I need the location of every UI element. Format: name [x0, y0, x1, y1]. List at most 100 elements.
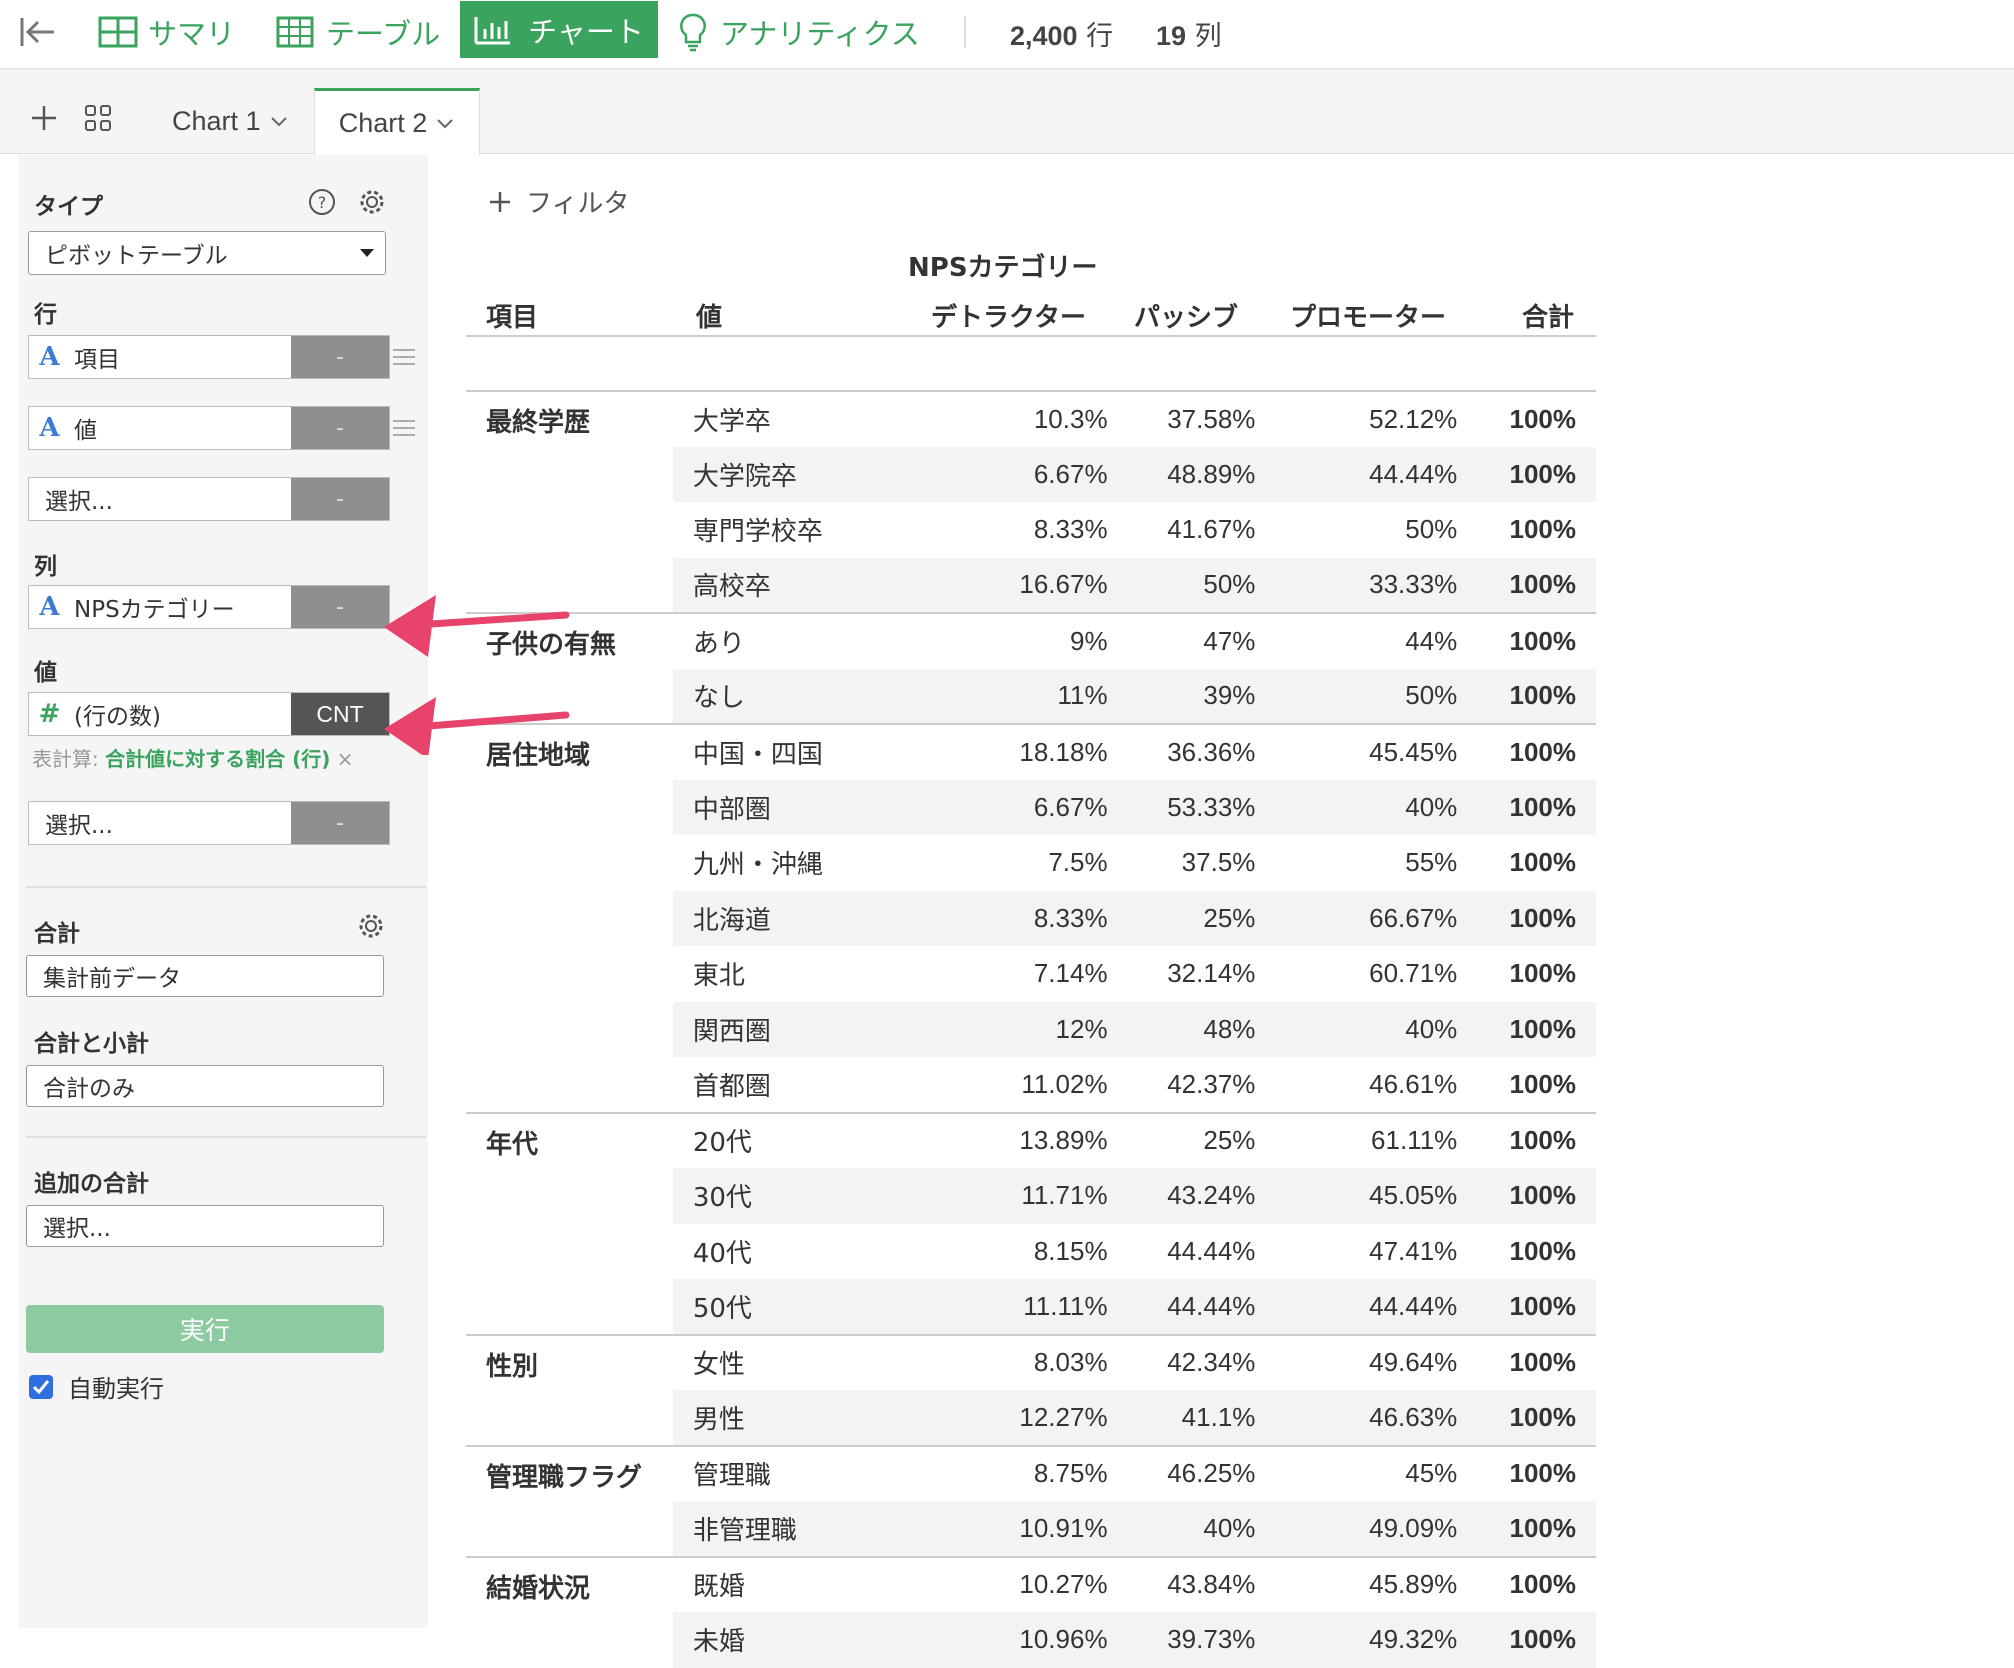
detractor-cell: 12% — [923, 1001, 1128, 1057]
detractor-cell: 16.67% — [923, 557, 1128, 613]
tab-chart-1[interactable]: Chart 1 — [172, 88, 289, 154]
row-field-value-label: 値 — [74, 418, 97, 444]
tab-chart[interactable]: チャート — [460, 1, 658, 58]
total-select[interactable]: 集計前データ — [26, 955, 384, 997]
number-type-icon: # — [38, 699, 61, 729]
detractor-cell: 8.33% — [1033, 514, 1108, 545]
tab-table[interactable]: テーブル — [276, 10, 440, 54]
value-agg-button[interactable]: - — [291, 802, 389, 844]
chart-type-select[interactable]: ピボットテーブル — [28, 231, 386, 275]
annotation-arrows — [384, 595, 570, 755]
passive-cell: 36.36% — [1127, 723, 1276, 780]
detractor-cell: 12.27% — [923, 1390, 1128, 1446]
add-chart-icon[interactable] — [30, 104, 58, 136]
extra-total-select[interactable]: 選択... — [26, 1205, 384, 1247]
dropdown-caret-icon — [360, 249, 374, 257]
column-agg-button[interactable]: - — [291, 586, 389, 628]
value-field-count[interactable]: # (行の数) CNT — [28, 692, 390, 736]
auto-run-toggle[interactable]: 自動実行 — [28, 1369, 164, 1404]
header-passive: パッシブ — [1133, 303, 1238, 333]
row-count-value: 2,400 — [1010, 21, 1078, 51]
collapse-icon[interactable] — [18, 12, 58, 52]
detractor-cell: 11.02% — [1021, 1068, 1108, 1099]
row-agg-button[interactable]: - — [291, 336, 389, 378]
grid-icon — [98, 16, 138, 48]
checkbox-checked-icon[interactable] — [28, 1374, 54, 1400]
detractor-cell: 10.91% — [923, 1501, 1128, 1557]
string-type-icon: A — [39, 592, 60, 622]
group-label: 性別 — [466, 1333, 673, 1446]
grid-view-icon[interactable] — [84, 104, 112, 136]
gear-icon[interactable] — [357, 912, 385, 944]
column-group-header: NPSカテゴリー — [908, 253, 1098, 283]
tab-chart-1-label: Chart 1 — [172, 105, 261, 136]
promoter-cell: 46.63% — [1275, 1390, 1478, 1446]
tab-summary[interactable]: サマリ — [98, 10, 235, 54]
passive-cell: 53.33% — [1127, 779, 1276, 835]
drag-handle-icon[interactable] — [393, 420, 415, 436]
row-agg-button[interactable]: - — [291, 407, 389, 449]
promoter-cell: 45.89% — [1275, 1555, 1478, 1612]
column-field-nps[interactable]: A NPSカテゴリー - — [28, 585, 390, 629]
add-filter-button[interactable]: フィルタ — [488, 183, 629, 220]
chart-tab-bar: Chart 1 Chart 2 — [0, 70, 2014, 155]
row-value-cell: 大学院卒 — [672, 446, 924, 502]
tab-analytics[interactable]: アナリティクス — [678, 10, 920, 54]
row-value-cell: 北海道 — [672, 890, 924, 946]
row-value-cell: 関西圏 — [672, 1001, 924, 1057]
passive-cell: 43.24% — [1127, 1168, 1276, 1224]
row-value-cell: 50代 — [672, 1279, 924, 1335]
row-value-cell: 非管理職 — [672, 1501, 924, 1557]
pivot-table: 最終学歴 大学卒 10.3% 37.58% 52.12% 100% 大学院卒 6.67% 48.… — [466, 390, 1596, 1668]
tab-chart-label: チャート — [528, 14, 644, 49]
total-cell: 100% — [1477, 1390, 1596, 1446]
row-field-item[interactable]: A 項目 - — [28, 335, 390, 379]
row-field-select[interactable]: 選択... - — [28, 477, 390, 521]
table-row: 居住地域 中国・四国 18.18% 36.36% 45.45% 100% — [466, 723, 1596, 1113]
col-count-unit: 列 — [1194, 21, 1222, 52]
header-value: 値 — [696, 303, 723, 333]
row-value-cell: 管理職 — [672, 1444, 924, 1501]
total-cell: 100% — [1477, 390, 1596, 447]
help-icon[interactable]: ? — [308, 188, 336, 220]
drag-handle-icon[interactable] — [393, 349, 415, 365]
chevron-down-icon — [437, 119, 453, 129]
table-calc-link[interactable]: 合計値に対する割合 (行) — [105, 747, 330, 771]
settings-panel: タイプ ? ピボットテーブル 行 A 項目 - A値- 選択... - 列 A NPSカ… — [18, 155, 428, 1628]
row-select-placeholder: 選択... — [45, 489, 113, 515]
detractor-cell: 10.27% — [923, 1555, 1128, 1612]
total-cell: 100% — [1509, 847, 1577, 878]
subtotal-select[interactable]: 合計のみ — [26, 1065, 384, 1107]
divider — [26, 886, 426, 888]
passive-cell: 48.89% — [1127, 446, 1276, 502]
table-row: 結婚状況 既婚 10.27% 43.84% 45.89% 100% — [466, 1555, 1596, 1668]
gear-icon[interactable] — [358, 188, 386, 220]
detractor-cell: 8.75% — [923, 1444, 1128, 1501]
total-cell: 100% — [1509, 1235, 1577, 1266]
run-button[interactable]: 実行 — [26, 1305, 384, 1353]
detractor-cell: 10.3% — [923, 390, 1128, 447]
row-field-value[interactable]: A値 - — [28, 406, 390, 450]
columns-label: 列 — [34, 554, 57, 580]
row-agg-button[interactable]: - — [291, 478, 389, 520]
tab-chart-2[interactable]: Chart 2 — [314, 88, 480, 155]
table-row: 管理職フラグ 管理職 8.75% 46.25% 45% 100% — [466, 1444, 1596, 1557]
promoter-cell: 50% — [1405, 514, 1458, 545]
subtotal-label: 合計と小計 — [34, 1031, 149, 1057]
value-agg-button[interactable]: CNT — [291, 693, 389, 735]
passive-cell: 47% — [1127, 612, 1276, 669]
passive-cell: 41.67% — [1167, 514, 1256, 545]
value-field-select[interactable]: 選択... - — [28, 801, 390, 845]
column-field-label: NPSカテゴリー — [74, 597, 235, 623]
passive-cell: 41.1% — [1127, 1390, 1276, 1446]
row-count: 2,400 行 — [1010, 14, 1113, 53]
header-detractor: デトラクター — [931, 303, 1086, 333]
total-cell: 100% — [1477, 668, 1596, 724]
passive-cell: 32.14% — [1167, 958, 1256, 989]
row-value-cell: 中国・四国 — [672, 723, 924, 780]
row-value-cell: 既婚 — [672, 1555, 924, 1612]
passive-cell: 43.84% — [1127, 1555, 1276, 1612]
remove-calc-icon[interactable]: × — [337, 747, 354, 771]
value-select-placeholder: 選択... — [45, 813, 113, 839]
promoter-cell: 60.71% — [1369, 958, 1458, 989]
